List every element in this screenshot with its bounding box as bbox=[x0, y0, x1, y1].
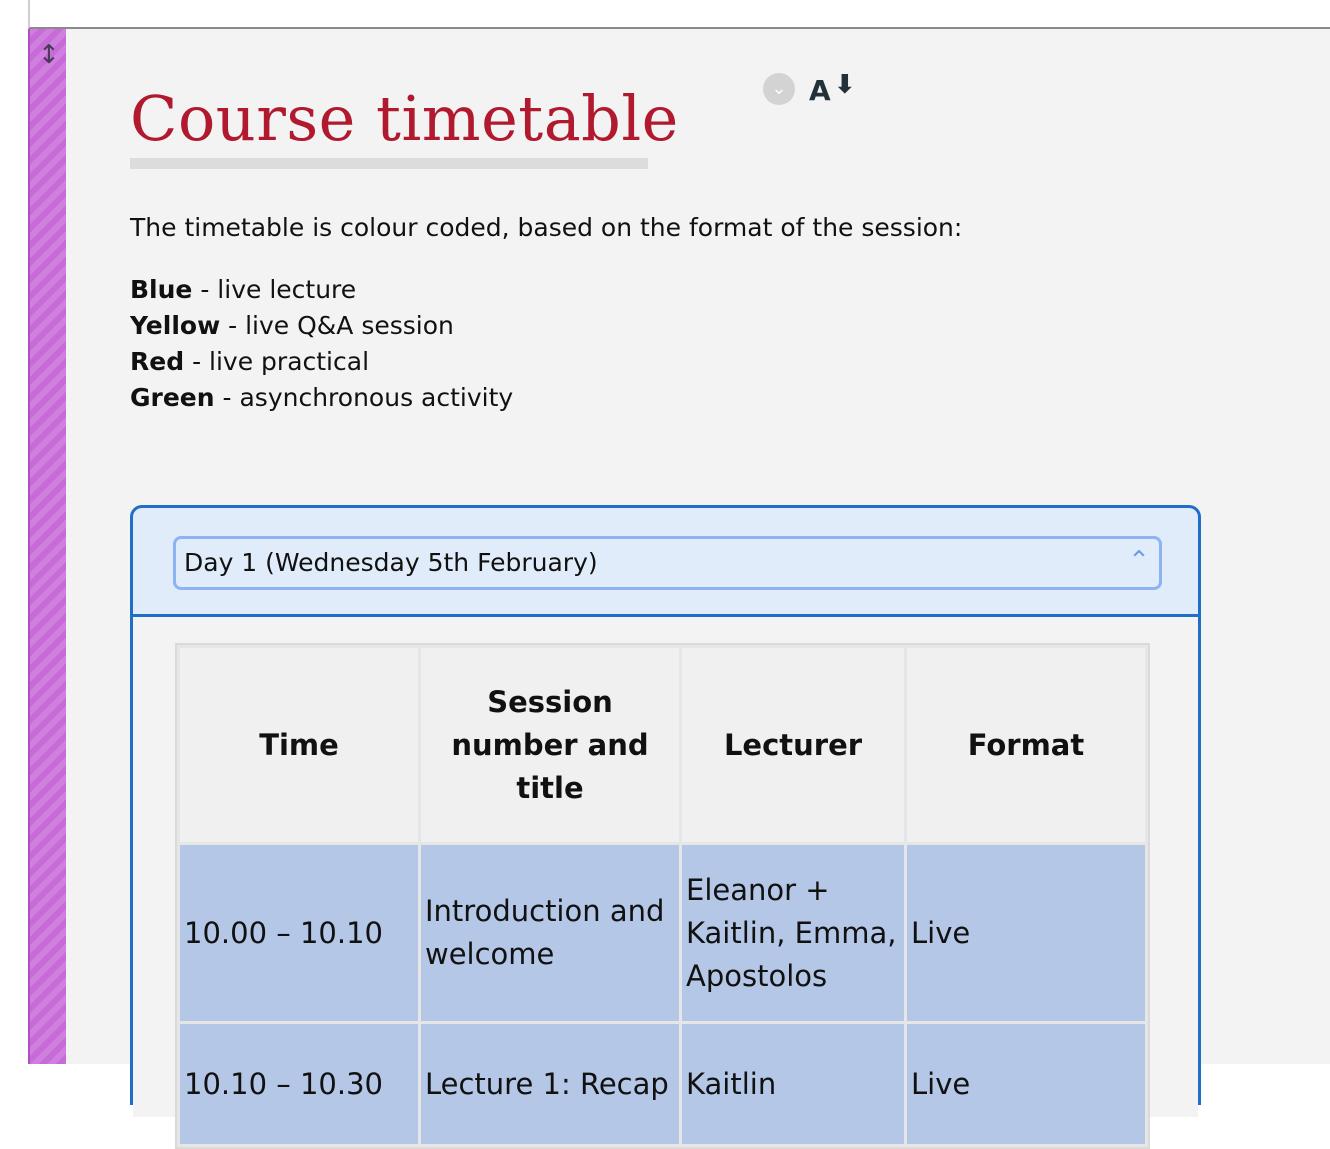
timetable-table: Time Session number and title Lecturer F… bbox=[175, 643, 1150, 1149]
down-arrow-glyph: ⬇ bbox=[834, 70, 856, 100]
legend-item: Red - live practical bbox=[130, 344, 513, 380]
legend-description: - live Q&A session bbox=[228, 311, 454, 340]
accordion-header: Day 1 (Wednesday 5th February) ⌃ bbox=[133, 508, 1198, 617]
format-cell: Live bbox=[907, 845, 1145, 1021]
column-header: Lecturer bbox=[682, 648, 904, 842]
legend-description: - live lecture bbox=[200, 275, 357, 304]
legend-colour-name: Red bbox=[130, 347, 185, 376]
legend-item: Blue - live lecture bbox=[130, 272, 513, 308]
legend-colour-name: Blue bbox=[130, 275, 193, 304]
format-cell: Live bbox=[907, 1024, 1145, 1144]
accordion-label: Day 1 (Wednesday 5th February) bbox=[184, 548, 598, 577]
legend-item: Green - asynchronous activity bbox=[130, 380, 513, 416]
page-title: Course timetable bbox=[130, 82, 679, 155]
session-cell: Lecture 1: Recap bbox=[421, 1024, 679, 1144]
table-row: 10.00 – 10.10 Introduction and welcome E… bbox=[180, 845, 1145, 1021]
chevron-up-icon[interactable]: ⌃ bbox=[1125, 541, 1153, 581]
table-row: 10.10 – 10.30 Lecture 1: Recap Kaitlin L… bbox=[180, 1024, 1145, 1144]
title-underline bbox=[130, 158, 648, 169]
legend-item: Yellow - live Q&A session bbox=[130, 308, 513, 344]
accordion-toggle-button[interactable]: Day 1 (Wednesday 5th February) ⌃ bbox=[173, 536, 1162, 590]
page-content: Course timetable ⌄ A ⬇ The timetable is … bbox=[66, 29, 1330, 1149]
day-accordion: Day 1 (Wednesday 5th February) ⌃ Time Se… bbox=[130, 505, 1201, 1149]
table-header-row: Time Session number and title Lecturer F… bbox=[180, 648, 1145, 842]
legend-colour-name: Green bbox=[130, 383, 215, 412]
lecturer-cell: Eleanor + Kaitlin, Emma, Apostolos bbox=[682, 845, 904, 1021]
column-header: Format bbox=[907, 648, 1145, 842]
intro-text: The timetable is colour coded, based on … bbox=[130, 213, 963, 242]
legend-description: - asynchronous activity bbox=[222, 383, 514, 412]
vertical-resize-arrow-icon[interactable]: ↕ bbox=[38, 38, 60, 72]
colour-legend: Blue - live lecture Yellow - live Q&A se… bbox=[130, 272, 513, 416]
letter-a-glyph: A bbox=[809, 74, 831, 107]
time-cell: 10.00 – 10.10 bbox=[180, 845, 418, 1021]
top-bar bbox=[28, 0, 1330, 29]
lecturer-cell: Kaitlin bbox=[682, 1024, 904, 1144]
font-size-decrease-icon[interactable]: A ⬇ bbox=[806, 69, 862, 107]
column-header: Session number and title bbox=[421, 648, 679, 842]
chevron-down-circle-icon[interactable]: ⌄ bbox=[763, 73, 795, 105]
editor-side-strip bbox=[28, 29, 68, 1064]
legend-colour-name: Yellow bbox=[130, 311, 221, 340]
session-cell: Introduction and welcome bbox=[421, 845, 679, 1021]
legend-description: - live practical bbox=[192, 347, 370, 376]
column-header: Time bbox=[180, 648, 418, 842]
accordion-panel: Time Session number and title Lecturer F… bbox=[133, 617, 1198, 1149]
time-cell: 10.10 – 10.30 bbox=[180, 1024, 418, 1144]
